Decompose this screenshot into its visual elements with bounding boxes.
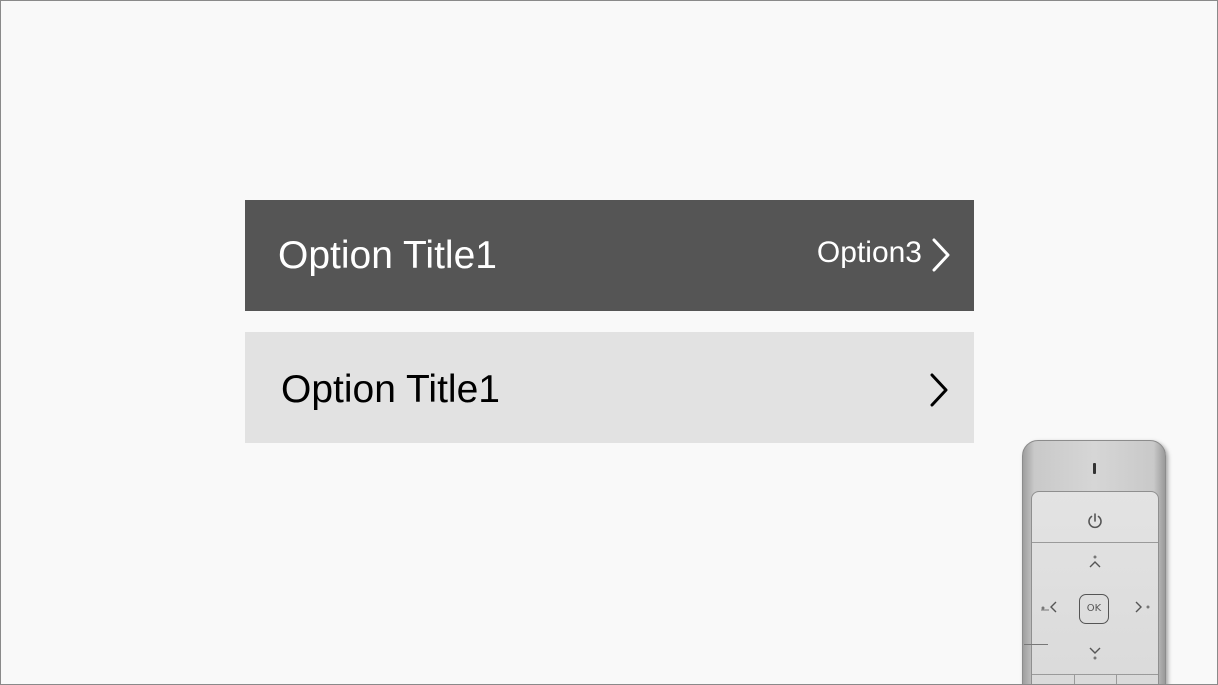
chevron-down-icon: [1084, 642, 1106, 664]
option-title: Option Title1: [278, 234, 497, 277]
screen-frame: Option Title1 Option3 Option Title1 OK: [0, 0, 1218, 685]
chevron-right-icon: [1130, 596, 1154, 618]
option-title: Option Title1: [281, 368, 500, 411]
remote-control-illustration: OK: [1022, 440, 1168, 684]
remote-led-indicator: [1093, 463, 1096, 474]
remote-divider: [1032, 542, 1158, 543]
remote-face: OK: [1024, 491, 1159, 684]
remote-key-separator: [1074, 674, 1075, 684]
remote-bottom-keys: [1032, 674, 1158, 684]
chevron-up-icon: [1084, 552, 1106, 574]
option-row-1[interactable]: Option Title1 Option3: [245, 200, 974, 311]
ok-button-icon: OK: [1079, 594, 1109, 624]
option-value: Option3: [816, 236, 922, 269]
remote-key-separator: [1116, 674, 1117, 684]
chevron-left-icon: [1038, 596, 1062, 618]
power-icon: [1084, 510, 1106, 532]
remote-side-line: [1024, 644, 1048, 645]
option-row-2[interactable]: Option Title1: [245, 332, 974, 443]
chevron-right-icon: [930, 237, 952, 273]
remote-body: OK: [1022, 440, 1166, 684]
chevron-right-icon: [928, 372, 950, 408]
